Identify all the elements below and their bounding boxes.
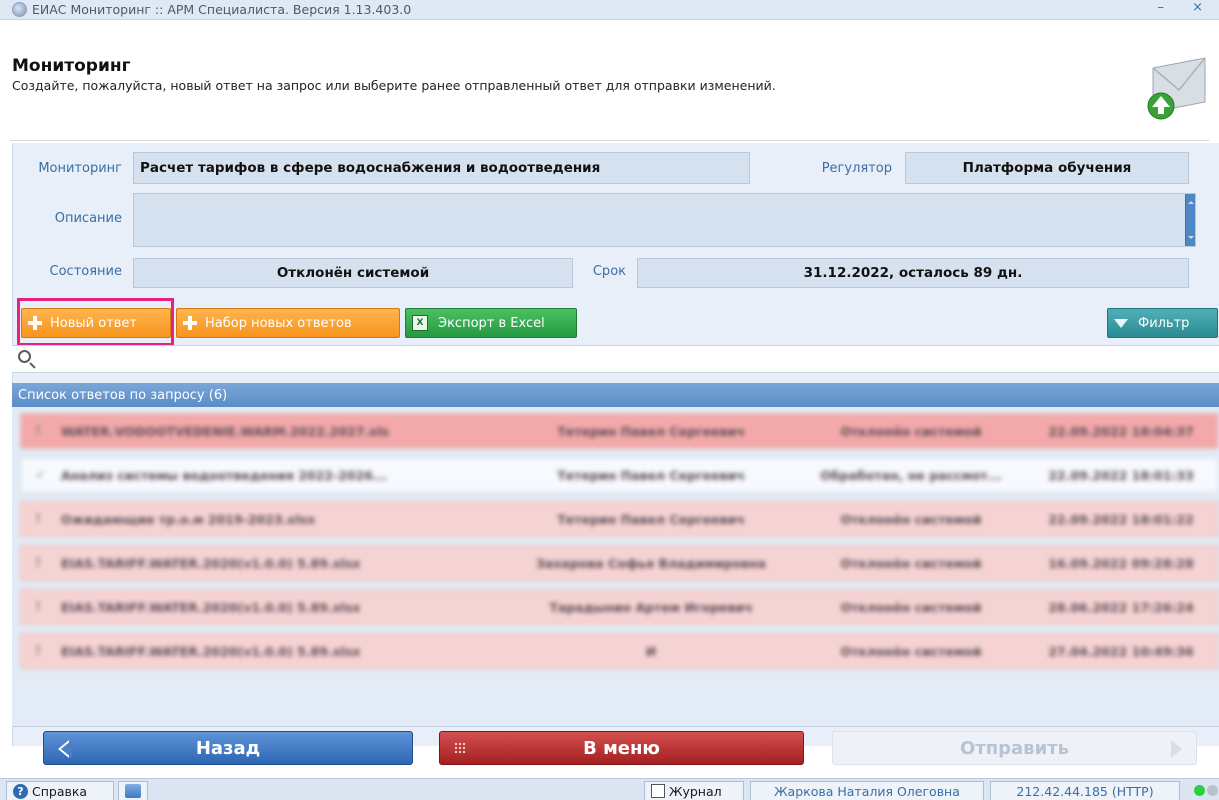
- filter-button[interactable]: Фильтр: [1107, 308, 1218, 338]
- row-author: Захарова Софья Владимировна: [536, 555, 766, 571]
- regulator-label: Регулятор: [821, 161, 892, 176]
- row-filename: EIAS.TARIFF.WATER.2020(v1.0.0) 5.89.xlsx: [61, 555, 361, 571]
- menu-button[interactable]: В меню: [439, 731, 804, 765]
- sync-button[interactable]: [118, 781, 148, 800]
- page-title: Мониторинг: [12, 56, 131, 76]
- new-responses-set-button[interactable]: Набор новых ответов: [176, 308, 400, 338]
- journal-button[interactable]: Журнал: [644, 781, 744, 800]
- row-status: Отклонён системой: [840, 423, 982, 439]
- description-field[interactable]: [133, 193, 1196, 247]
- row-date: 22.09.2022 18:04:37: [1048, 423, 1194, 439]
- description-label: Описание: [54, 211, 122, 226]
- secondary-status-icon: [1207, 785, 1218, 796]
- row-date: 16.09.2022 09:28:28: [1048, 555, 1194, 571]
- row-date: 27.04.2022 10:49:36: [1048, 643, 1194, 659]
- current-user: Жаркова Наталия Олеговна: [750, 781, 984, 800]
- table-row[interactable]: ! EIAS.TARIFF.WATER.2020(v1.0.0) 5.89.xl…: [20, 589, 1219, 625]
- envelope-send-icon: [1147, 57, 1206, 120]
- monitoring-field: Расчет тарифов в сфере водоснабжения и в…: [133, 152, 750, 184]
- responses-list: ! WATER.VODOOTVEDENIE.WARM.2022.2027.xls…: [12, 407, 1219, 727]
- deadline-field: 31.12.2022, осталось 89 дн.: [637, 258, 1189, 288]
- description-scrollbar[interactable]: [1185, 194, 1195, 246]
- page-subtitle: Создайте, пожалуйста, новый ответ на зап…: [12, 78, 776, 93]
- export-excel-button[interactable]: X Экспорт в Excel: [405, 308, 577, 338]
- server-address: 212.42.44.185 (HTTP): [990, 781, 1180, 800]
- row-author: Тетерин Павел Сергеевич: [557, 511, 745, 527]
- row-filename: WATER.VODOOTVEDENIE.WARM.2022.2027.xls: [61, 423, 389, 439]
- window-title: ЕИАС Мониторинг :: АРМ Специалиста. Верс…: [32, 2, 412, 17]
- row-date: 28.06.2022 17:26:24: [1048, 599, 1194, 615]
- menu-label: В меню: [583, 737, 660, 759]
- monitoring-label: Мониторинг: [38, 161, 122, 176]
- new-response-button[interactable]: Новый ответ: [21, 308, 171, 338]
- page-header: Мониторинг Создайте, пожалуйста, новый о…: [12, 56, 776, 93]
- sync-icon: [125, 784, 141, 798]
- table-row[interactable]: ✓ Анализ системы водоотведения 2022-2026…: [20, 457, 1219, 493]
- send-button[interactable]: Отправить: [832, 731, 1197, 765]
- table-row[interactable]: ! Ожидающие тр.о.м 2019-2023.xlsx Тетери…: [20, 501, 1219, 537]
- search-icon: [18, 350, 31, 363]
- help-label: Справка: [32, 783, 88, 799]
- table-row[interactable]: ! EIAS.TARIFF.WATER.2020(v1.0.0) 5.89.xl…: [20, 633, 1219, 669]
- status-bar: ? Справка Журнал Жаркова Наталия Олеговн…: [0, 778, 1219, 800]
- table-row[interactable]: ! EIAS.TARIFF.WATER.2020(v1.0.0) 5.89.xl…: [20, 545, 1219, 581]
- regulator-field: Платформа обучения: [905, 152, 1189, 184]
- help-icon: ?: [13, 783, 28, 799]
- app-icon: [12, 2, 27, 17]
- row-filename: EIAS.TARIFF.WATER.2020(v1.0.0) 5.89.xlsx: [61, 599, 361, 615]
- window-controls[interactable]: – ×: [1157, 0, 1215, 15]
- grid-icon: [454, 742, 466, 754]
- arrow-left-icon: [58, 740, 72, 758]
- send-label: Отправить: [959, 737, 1070, 759]
- export-excel-label: Экспорт в Excel: [438, 315, 545, 331]
- row-status: Отклонён системой: [840, 511, 982, 527]
- journal-icon: [651, 784, 665, 798]
- deadline-label: Срок: [592, 264, 626, 279]
- row-filename: Анализ системы водоотведения 2022-2026..…: [61, 467, 388, 483]
- window-titlebar: ЕИАС Мониторинг :: АРМ Специалиста. Верс…: [0, 0, 1219, 20]
- journal-label: Журнал: [669, 783, 722, 799]
- header-divider: [10, 140, 1209, 141]
- row-author: Тетерин Павел Сергеевич: [557, 423, 745, 439]
- plus-icon: [183, 316, 197, 330]
- arrow-right-icon: [1171, 740, 1182, 758]
- plus-icon: [28, 316, 42, 330]
- search-input[interactable]: [12, 345, 1219, 373]
- table-row[interactable]: ! WATER.VODOOTVEDENIE.WARM.2022.2027.xls…: [20, 413, 1219, 449]
- new-response-label: Новый ответ: [50, 315, 137, 331]
- back-label: Назад: [195, 737, 261, 759]
- funnel-icon: [1114, 318, 1128, 328]
- row-filename: Ожидающие тр.о.м 2019-2023.xlsx: [61, 511, 316, 527]
- row-status: Обработан, не рассмот...: [820, 467, 1002, 483]
- row-date: 22.09.2022 18:01:22: [1048, 511, 1194, 527]
- row-status: Отклонён системой: [840, 599, 982, 615]
- excel-icon: X: [412, 315, 428, 331]
- help-button[interactable]: ? Справка: [6, 781, 114, 800]
- row-author: Тетерин Павел Сергеевич: [557, 467, 745, 483]
- row-date: 22.09.2022 18:01:33: [1048, 467, 1194, 483]
- responses-list-header: Список ответов по запросу (6): [12, 383, 1219, 407]
- row-author: И: [645, 643, 657, 659]
- row-filename: EIAS.TARIFF.WATER.2020(v1.0.0) 5.89.xlsx: [61, 643, 361, 659]
- connection-status-icon: [1194, 785, 1205, 796]
- row-status: Отклонён системой: [840, 555, 982, 571]
- row-author: Тарадынин Артем Игоревич: [549, 599, 753, 615]
- state-field: Отклонён системой: [133, 258, 573, 288]
- state-label: Состояние: [49, 264, 122, 279]
- row-status: Отклонён системой: [840, 643, 982, 659]
- new-responses-set-label: Набор новых ответов: [205, 315, 352, 331]
- filter-label: Фильтр: [1138, 315, 1190, 331]
- back-button[interactable]: Назад: [43, 731, 413, 765]
